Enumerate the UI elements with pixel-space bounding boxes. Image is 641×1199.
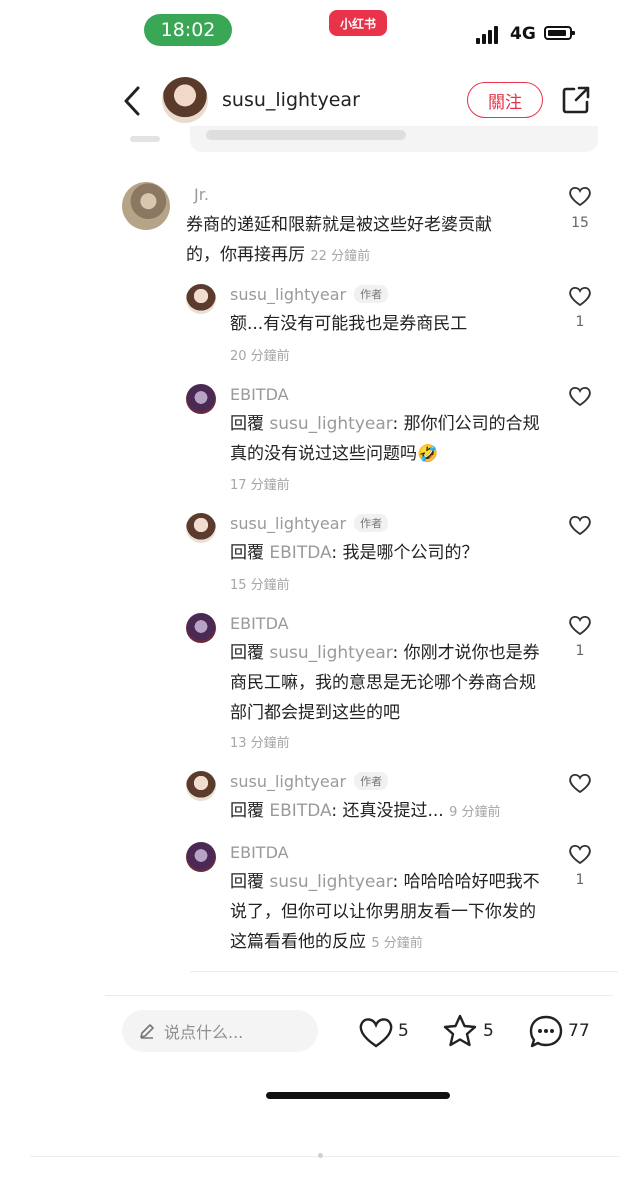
comment-text: 券商的递延和限薪就是被这些好老婆贡献的，你再接再厉 22 分鐘前 bbox=[186, 215, 492, 265]
home-indicator[interactable] bbox=[266, 1092, 450, 1099]
reply-username[interactable]: susu_lightyear 作者 bbox=[230, 514, 389, 533]
divider bbox=[190, 971, 618, 972]
reply-time: 15 分鐘前 bbox=[230, 578, 290, 593]
comment-input-placeholder: 说点什么... bbox=[164, 1023, 244, 1042]
reply-text: 回覆 susu_lightyear: 哈哈哈哈好吧我不说了，但你可以让你男朋友看… bbox=[230, 872, 540, 952]
reply-text: 回覆 susu_lightyear: 那你们公司的合规真的没有说过这些问题吗🤣 bbox=[230, 414, 540, 464]
back-arrow-icon[interactable] bbox=[118, 84, 148, 118]
like-count: 1 bbox=[575, 314, 585, 330]
author-tag: 作者 bbox=[354, 285, 389, 303]
reply-text: 回覆 EBITDA: 还真没提过... 9 分鐘前 bbox=[230, 801, 501, 821]
reply-avatar[interactable] bbox=[186, 842, 216, 872]
comment-input[interactable]: 说点什么... bbox=[122, 1010, 318, 1052]
post-star-count: 5 bbox=[483, 1021, 494, 1041]
reply-avatar[interactable] bbox=[186, 384, 216, 414]
reply-username[interactable]: EBITDA bbox=[230, 843, 289, 862]
reply-target[interactable]: susu_lightyear bbox=[269, 872, 392, 892]
reply-username[interactable]: susu_lightyear 作者 bbox=[230, 772, 389, 791]
signal-icon bbox=[476, 26, 504, 44]
header-avatar[interactable] bbox=[162, 77, 208, 123]
network-type: 4G bbox=[510, 24, 536, 44]
post-comment-count: 77 bbox=[568, 1021, 590, 1041]
reply-avatar[interactable] bbox=[186, 284, 216, 314]
reply-time: 17 分鐘前 bbox=[230, 478, 290, 493]
like-count: 15 bbox=[571, 215, 589, 231]
star-icon[interactable] bbox=[442, 1013, 478, 1049]
previous-comment-fragment bbox=[190, 126, 598, 152]
reply-time: 5 分鐘前 bbox=[371, 936, 423, 951]
like-count: 1 bbox=[575, 643, 585, 659]
reply-text: 额...有没有可能我也是券商民工 bbox=[230, 314, 468, 334]
reply-target[interactable]: susu_lightyear bbox=[269, 643, 392, 663]
heart-icon[interactable] bbox=[568, 385, 592, 407]
battery-icon bbox=[544, 26, 575, 40]
reply-target[interactable]: EBITDA bbox=[269, 801, 331, 821]
heart-icon[interactable] bbox=[568, 843, 592, 865]
heart-icon[interactable] bbox=[568, 614, 592, 636]
header-username[interactable]: susu_lightyear bbox=[222, 89, 360, 111]
follow-button[interactable]: 關注 bbox=[467, 82, 543, 118]
author-tag: 作者 bbox=[354, 772, 389, 790]
like-count: 1 bbox=[575, 872, 585, 888]
page-dot bbox=[318, 1153, 323, 1158]
comment-icon[interactable] bbox=[527, 1013, 565, 1051]
like-heart-icon[interactable] bbox=[358, 1015, 394, 1049]
comment-time: 22 分鐘前 bbox=[310, 249, 371, 264]
reply-time: 20 分鐘前 bbox=[230, 349, 290, 364]
heart-icon[interactable] bbox=[568, 285, 592, 307]
reply-username[interactable]: EBITDA bbox=[230, 385, 289, 404]
divider bbox=[105, 995, 613, 996]
author-tag: 作者 bbox=[354, 514, 389, 532]
reply-username[interactable]: susu_lightyear 作者 bbox=[230, 285, 389, 304]
reply-avatar[interactable] bbox=[186, 771, 216, 801]
share-icon[interactable] bbox=[560, 84, 592, 116]
reply-target[interactable]: EBITDA bbox=[269, 543, 331, 563]
reply-time: 9 分鐘前 bbox=[449, 805, 501, 820]
reply-target[interactable]: susu_lightyear bbox=[269, 414, 392, 434]
heart-icon[interactable] bbox=[568, 185, 592, 207]
reply-text: 回覆 susu_lightyear: 你刚才说你也是券商民工嘛，我的意思是无论哪… bbox=[230, 643, 540, 723]
reply-avatar[interactable] bbox=[186, 513, 216, 543]
post-like-count: 5 bbox=[398, 1021, 409, 1041]
heart-icon[interactable] bbox=[568, 514, 592, 536]
reply-avatar[interactable] bbox=[186, 613, 216, 643]
app-badge: 小红书 bbox=[329, 10, 387, 36]
pencil-icon bbox=[140, 1024, 154, 1039]
reply-time: 13 分鐘前 bbox=[230, 736, 290, 751]
reply-username[interactable]: EBITDA bbox=[230, 614, 289, 633]
previous-comment-mark bbox=[130, 136, 160, 142]
reply-text: 回覆 EBITDA: 我是哪个公司的？ bbox=[230, 543, 479, 563]
heart-icon[interactable] bbox=[568, 772, 592, 794]
commenter-avatar[interactable] bbox=[122, 182, 170, 230]
status-time: 18:02 bbox=[144, 14, 232, 46]
divider bbox=[30, 1156, 620, 1157]
commenter-username[interactable]: Jr. bbox=[194, 185, 209, 204]
